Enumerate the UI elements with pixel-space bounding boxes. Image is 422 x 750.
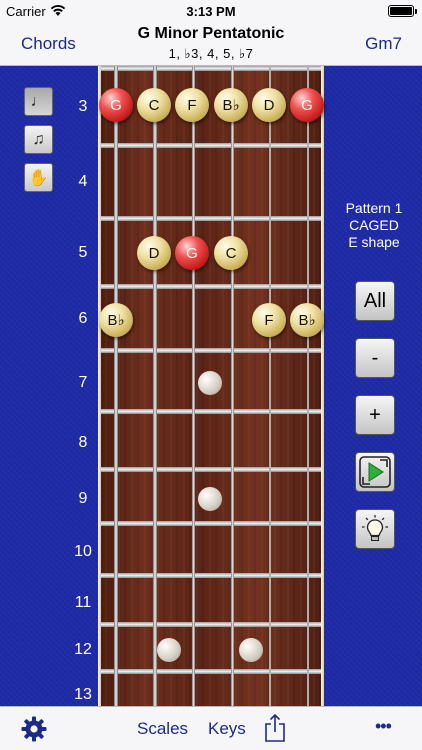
scale-note-marker[interactable]: F (252, 303, 286, 337)
scale-title: G Minor Pentatonic (137, 25, 285, 42)
scale-note-marker[interactable]: B♭ (99, 303, 133, 337)
fret-inlay (239, 638, 263, 662)
fret-number-6: 6 (78, 310, 88, 327)
share-icon[interactable] (264, 713, 286, 743)
gear-icon[interactable] (21, 716, 47, 742)
fret-number-4: 4 (78, 173, 88, 190)
chord-name-button[interactable]: Gm7 (365, 34, 402, 54)
fretboard-edge (98, 66, 101, 706)
clock: 3:13 PM (186, 4, 236, 19)
guitar-string (153, 66, 157, 706)
pattern-name: Pattern 1 (345, 200, 403, 216)
more-button[interactable]: ••• (375, 716, 392, 737)
fret-number-8: 8 (78, 434, 88, 451)
scales-button[interactable]: Scales (137, 719, 188, 739)
guitar-string (192, 66, 195, 706)
scale-note-marker[interactable]: C (137, 88, 171, 122)
pattern-system: CAGED (349, 217, 399, 233)
pattern-info: Pattern 1 CAGED E shape (326, 200, 422, 251)
beamed-notes-button[interactable]: ♫ (24, 125, 53, 154)
all-patterns-button[interactable]: All (355, 281, 395, 321)
fret-wire (98, 348, 324, 353)
fret-wire (98, 573, 324, 578)
fret-number-12: 12 (74, 641, 92, 658)
fretboard[interactable] (98, 66, 324, 706)
fret-wire (98, 409, 324, 414)
scale-note-marker[interactable]: B♭ (214, 88, 248, 122)
keys-button[interactable]: Keys (208, 719, 246, 739)
next-pattern-button[interactable]: + (355, 395, 395, 435)
root-note-marker[interactable]: G (99, 88, 133, 122)
beamed-notes-icon: ♫ (32, 130, 45, 148)
guitar-string (231, 66, 234, 706)
root-note-marker[interactable]: G (175, 236, 209, 270)
scale-note-marker[interactable]: C (214, 236, 248, 270)
hand-button[interactable]: ✋ (24, 163, 53, 192)
fret-number-7: 7 (78, 374, 88, 391)
play-loop-icon (359, 456, 391, 488)
play-loop-button[interactable] (355, 452, 395, 492)
guitar-string (269, 66, 271, 706)
fret-number-13: 13 (74, 686, 92, 703)
fret-wire (98, 66, 324, 71)
quarter-note-button[interactable]: ♩ (24, 87, 53, 116)
status-bar: Carrier 3:13 PM (0, 0, 422, 22)
fretboard-edge (321, 66, 324, 706)
fret-wire (98, 216, 324, 221)
fret-wire (98, 669, 324, 674)
bottom-toolbar: Scales Keys ••• (0, 706, 422, 750)
scale-note-marker[interactable]: F (175, 88, 209, 122)
fret-wire (98, 467, 324, 472)
scale-formula: 1, ♭3, 4, 5, ♭7 (168, 46, 254, 61)
fretboard-view: ♩ ♫ ✋ 3 4 5 6 7 8 9 10 11 12 13 G C F B♭… (0, 66, 422, 706)
fret-wire (98, 143, 324, 148)
navigation-bar: Chords G Minor Pentatonic 1, ♭3, 4, 5, ♭… (0, 22, 422, 66)
scale-note-marker[interactable]: B♭ (290, 303, 324, 337)
root-note-marker[interactable]: G (290, 88, 324, 122)
fret-inlay (157, 638, 181, 662)
pattern-shape: E shape (348, 234, 400, 250)
hand-icon: ✋ (28, 169, 49, 187)
guitar-string (307, 66, 309, 706)
quarter-note-icon: ♩ (30, 92, 47, 110)
scale-note-marker[interactable]: D (252, 88, 286, 122)
battery-icon (388, 5, 417, 17)
fret-number-11: 11 (74, 594, 92, 611)
fret-number-9: 9 (78, 490, 88, 507)
fret-wire (98, 622, 324, 627)
fret-inlay (198, 487, 222, 511)
fret-wire (98, 521, 324, 526)
guitar-string (114, 66, 118, 706)
fret-number-5: 5 (78, 244, 88, 261)
fret-number-10: 10 (74, 543, 92, 560)
fret-inlay (198, 371, 222, 395)
previous-pattern-button[interactable]: - (355, 338, 395, 378)
light-bulb-icon (362, 515, 388, 541)
scale-note-marker[interactable]: D (137, 236, 171, 270)
fret-wire (98, 284, 324, 289)
fret-number-3: 3 (78, 98, 88, 115)
hint-button[interactable] (355, 509, 395, 549)
